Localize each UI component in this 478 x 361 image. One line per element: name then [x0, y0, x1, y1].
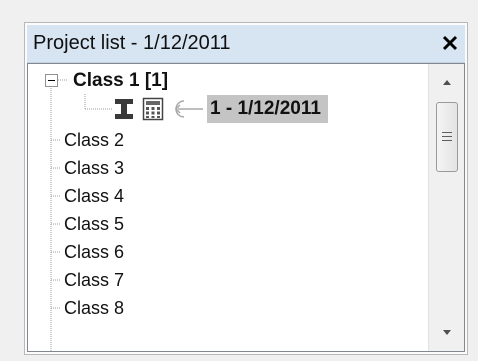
scroll-thumb-grip	[442, 140, 452, 141]
tree-node-class-5[interactable]: Class 5	[64, 210, 124, 238]
scroll-thumb-grip	[442, 132, 452, 133]
tree-node-label: Class 7	[64, 270, 125, 290]
caret-up-icon	[442, 80, 451, 85]
calculator-icon	[142, 97, 164, 121]
tree-node-class-6[interactable]: Class 6	[64, 238, 124, 266]
tree-node-class-3[interactable]: Class 3	[64, 154, 124, 182]
scroll-down-button[interactable]	[429, 315, 464, 351]
tree-node-label: Class 6	[64, 242, 125, 262]
arrow-link-icon	[174, 100, 203, 118]
tree-node-class-8[interactable]: Class 8	[64, 294, 124, 322]
close-button[interactable]	[437, 30, 463, 56]
scroll-thumb-grip	[442, 136, 452, 137]
tree-node-class-7[interactable]: Class 7	[64, 266, 124, 294]
tree-node-label: Class 1 [1]	[73, 70, 169, 91]
tree-node-label: Class 8	[64, 298, 125, 318]
tree-node-class-1[interactable]: Class 1 [1]	[73, 67, 168, 95]
caret-down-icon	[442, 330, 451, 335]
tree-node-label: Class 2	[64, 130, 125, 150]
i-beam-icon	[115, 99, 133, 119]
tree-node-project-1[interactable]: 1 - 1/12/2011	[207, 95, 328, 123]
tree-node-class-4[interactable]: Class 4	[64, 182, 124, 210]
project-list-panel: Project list - 1/12/2011 Class 1 [1] 1 -…	[24, 22, 468, 355]
close-icon	[442, 35, 458, 51]
title-bar: Project list - 1/12/2011	[27, 25, 465, 63]
tree-node-label: Class 5	[64, 214, 125, 234]
collapse-toggle[interactable]	[45, 74, 58, 87]
project-tree[interactable]: Class 1 [1] 1 - 1/12/2011 Class 2 Class …	[27, 63, 465, 352]
tree-node-class-2[interactable]: Class 2	[64, 126, 124, 154]
tree-node-label: Class 4	[64, 186, 125, 206]
scroll-thumb[interactable]	[436, 102, 458, 172]
panel-title: Project list - 1/12/2011	[33, 32, 231, 54]
tree-content: Class 1 [1] 1 - 1/12/2011 Class 2 Class …	[28, 64, 427, 351]
scroll-up-button[interactable]	[429, 64, 464, 100]
vertical-scrollbar[interactable]	[428, 64, 464, 351]
tree-node-label: Class 3	[64, 158, 125, 178]
